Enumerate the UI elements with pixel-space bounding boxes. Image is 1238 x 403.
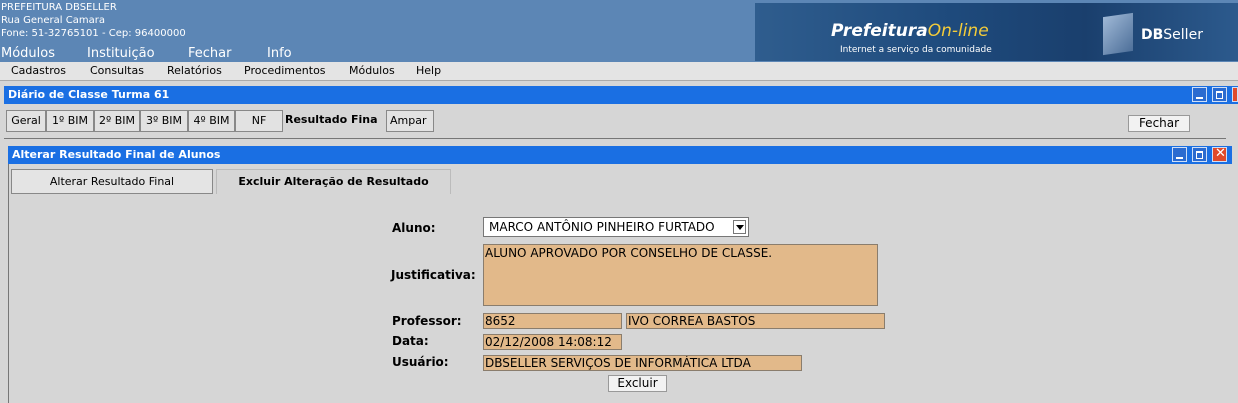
professor-name-field[interactable]: IVO CORREA BASTOS	[626, 313, 885, 329]
org-contact: Fone: 51-32765101 - Cep: 96400000	[1, 28, 186, 39]
minimize-icon	[1196, 97, 1203, 99]
dbseller-logo: DBSeller	[1085, 3, 1238, 61]
minimize-icon	[1176, 157, 1183, 159]
inner-minimize-button[interactable]	[1172, 147, 1187, 162]
inner-window-titlebar: Alterar Resultado Final de Alunos ✕	[8, 146, 1232, 164]
menu-help[interactable]: Help	[416, 64, 441, 77]
menu-cadastros[interactable]: Cadastros	[11, 64, 66, 77]
maximize-button[interactable]	[1212, 87, 1227, 102]
logo-online-text: On-line	[927, 21, 989, 41]
tab-excluir-alteracao[interactable]: Excluir Alteração de Resultado	[216, 169, 451, 194]
top-menu-instituicao[interactable]: Instituição	[87, 46, 155, 61]
app-header: PREFEITURA DBSELLER Rua General Camara F…	[0, 0, 1238, 62]
menu-modulos[interactable]: Módulos	[349, 64, 395, 77]
excluir-button[interactable]: Excluir	[608, 375, 667, 392]
justificativa-textarea[interactable]: ALUNO APROVADO POR CONSELHO DE CLASSE.	[483, 244, 878, 306]
menu-consultas[interactable]: Consultas	[90, 64, 144, 77]
maximize-icon	[1196, 151, 1203, 159]
usuario-field[interactable]: DBSELLER SERVIÇOS DE INFORMÁTICA LTDA	[483, 355, 802, 371]
data-label: Data:	[392, 334, 429, 348]
org-address: Rua General Camara	[1, 15, 105, 26]
aluno-label: Aluno:	[392, 221, 436, 235]
logo-tagline: Internet a serviço da comunidade	[840, 45, 992, 55]
inner-close-button[interactable]: ✕	[1212, 146, 1227, 162]
window-titlebar: Diário de Classe Turma 61	[4, 86, 1238, 104]
close-icon: ✕	[1215, 146, 1226, 161]
window-title: Diário de Classe Turma 61	[8, 88, 170, 101]
tab-2bim[interactable]: 2º BIM	[94, 110, 140, 132]
tab-nf[interactable]: NF	[235, 110, 283, 132]
top-menu-fechar[interactable]: Fechar	[188, 46, 231, 61]
tab-geral[interactable]: Geral	[6, 110, 46, 132]
tab-1bim[interactable]: 1º BIM	[46, 110, 94, 132]
top-menu-modulos[interactable]: Módulos	[1, 46, 55, 61]
org-info: PREFEITURA DBSELLER Rua General Camara F…	[1, 1, 186, 40]
menu-relatorios[interactable]: Relatórios	[167, 64, 222, 77]
tab-4bim[interactable]: 4º BIM	[188, 110, 235, 132]
justificativa-label: Justificativa:	[391, 268, 476, 282]
tabs-divider	[4, 138, 1226, 139]
aluno-select-value: MARCO ANTÔNIO PINHEIRO FURTADO	[489, 220, 715, 234]
professor-label: Professor:	[392, 314, 462, 328]
menu-procedimentos[interactable]: Procedimentos	[244, 64, 326, 77]
top-menu-info[interactable]: Info	[267, 46, 292, 61]
menu-bar: Cadastros Consultas Relatórios Procedime…	[0, 62, 1238, 81]
inner-maximize-button[interactable]	[1192, 147, 1207, 162]
logo-prefeitura-text: Prefeitura	[831, 21, 928, 41]
close-window-button[interactable]	[1232, 87, 1238, 102]
data-field[interactable]: 02/12/2008 14:08:12	[483, 334, 622, 350]
tab-3bim[interactable]: 3º BIM	[140, 110, 188, 132]
aluno-select[interactable]: MARCO ANTÔNIO PINHEIRO FURTADO	[483, 217, 749, 237]
maximize-icon	[1216, 91, 1223, 99]
usuario-label: Usuário:	[392, 355, 449, 369]
chevron-down-icon[interactable]	[733, 220, 746, 234]
inner-window-title: Alterar Resultado Final de Alunos	[12, 148, 221, 161]
tab-alterar-resultado[interactable]: Alterar Resultado Final	[11, 169, 213, 194]
prefeitura-online-logo: PrefeituraOn-line Internet a serviço da …	[755, 3, 1085, 61]
org-name: PREFEITURA DBSELLER	[1, 2, 117, 13]
logo-db-text: DB	[1141, 27, 1164, 43]
logo-seller-text: Seller	[1163, 27, 1203, 43]
tab-resultado-final[interactable]: Resultado Fina	[285, 110, 385, 132]
professor-code-field[interactable]: 8652	[483, 313, 622, 329]
fechar-button[interactable]: Fechar	[1128, 115, 1190, 132]
tab-amparo[interactable]: Ampar	[386, 110, 434, 132]
dbseller-cube-icon	[1103, 12, 1133, 56]
minimize-button[interactable]	[1192, 87, 1207, 102]
